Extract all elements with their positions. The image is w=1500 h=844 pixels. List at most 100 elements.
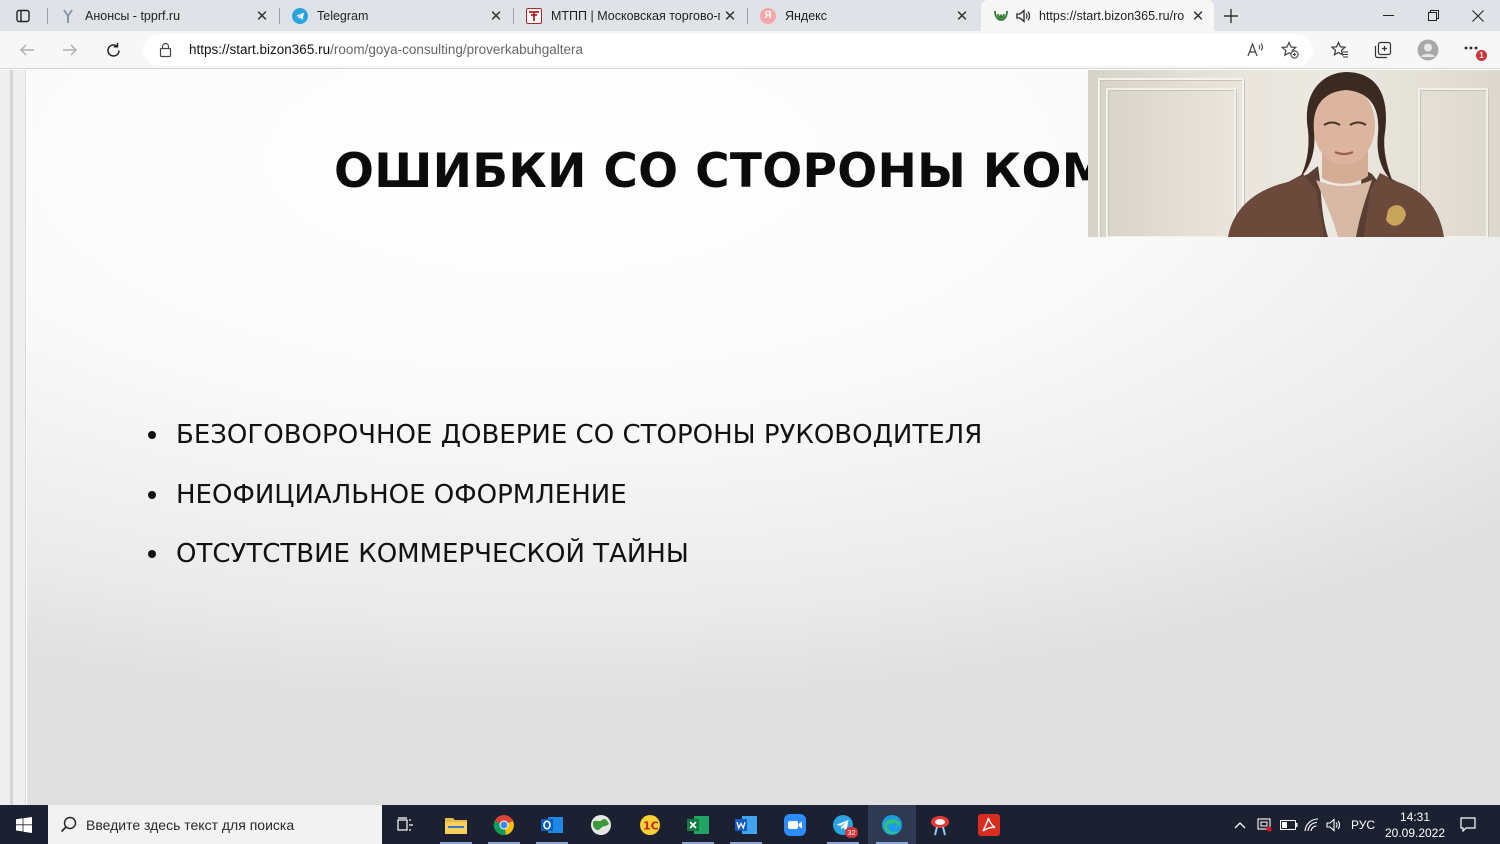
tray-battery[interactable] xyxy=(1278,805,1300,844)
taskbar-excel[interactable] xyxy=(674,805,722,844)
tab-mtpp[interactable]: МТПП | Московская торгово-пр ✕ xyxy=(514,0,746,31)
taskbar-1c[interactable]: 1С xyxy=(626,805,674,844)
taskbar-app-capture[interactable] xyxy=(916,805,964,844)
divider xyxy=(10,70,13,805)
outlook-icon xyxy=(541,816,563,833)
avatar xyxy=(1417,39,1439,61)
minimize-button[interactable] xyxy=(1366,0,1411,31)
bullet-text: БЕЗОГОВОРОЧНОЕ ДОВЕРИЕ СО СТОРОНЫ РУКОВО… xyxy=(176,420,983,450)
new-tab-button[interactable] xyxy=(1218,4,1244,28)
taskbar-acrobat[interactable] xyxy=(965,805,1013,844)
tray-language[interactable]: РУС xyxy=(1347,805,1379,844)
reload-button[interactable] xyxy=(99,36,127,64)
clock[interactable]: 14:31 20.09.2022 xyxy=(1380,809,1450,841)
wifi-icon xyxy=(1304,817,1319,831)
tab-telegram[interactable]: Telegram ✕ xyxy=(280,0,512,31)
collections-icon xyxy=(1374,41,1392,59)
search-placeholder: Введите здесь текст для поиска xyxy=(86,817,295,833)
url-path: /room/goya-consulting/proverkabuhgaltera xyxy=(330,42,583,57)
tray-volume[interactable] xyxy=(1323,805,1345,844)
clock-date: 20.09.2022 xyxy=(1384,826,1446,840)
collections-button[interactable] xyxy=(1369,36,1397,64)
url-host: https://start.bizon365.ru xyxy=(189,42,331,57)
restore-icon xyxy=(1428,10,1439,21)
tab-actions-icon xyxy=(16,9,30,22)
side-panel-strip xyxy=(0,70,26,805)
close-tab-icon[interactable]: ✕ xyxy=(252,6,272,26)
clock-time: 14:31 xyxy=(1399,810,1431,824)
telegram-icon xyxy=(292,7,308,24)
arrow-left-icon xyxy=(19,44,34,56)
battery-icon xyxy=(1280,819,1298,830)
forward-button[interactable] xyxy=(56,36,84,64)
tab-bizon[interactable]: https://start.bizon365.ru/ro ✕ xyxy=(981,0,1214,31)
url-text[interactable]: https://start.bizon365.ru/room/goya-cons… xyxy=(189,42,583,57)
notification-badge: 1 xyxy=(1476,50,1487,61)
bullet-text: ОТСУТСТВИЕ КОММЕРЧЕСКОЙ ТАЙНЫ xyxy=(176,539,689,569)
search-icon xyxy=(60,816,77,833)
excel-icon xyxy=(687,815,709,834)
taskbar-chrome[interactable] xyxy=(480,805,528,844)
favorites-button[interactable] xyxy=(1326,36,1354,64)
1c-icon: 1С xyxy=(640,814,660,835)
list-item: БЕЗОГОВОРОЧНОЕ ДОВЕРИЕ СО СТОРОНЫ РУКОВО… xyxy=(147,420,982,480)
favorites-icon xyxy=(1331,41,1348,58)
settings-menu-button[interactable]: 1 xyxy=(1460,36,1488,64)
tray-meet-now[interactable] xyxy=(1254,805,1276,844)
tray-wifi[interactable] xyxy=(1301,805,1323,844)
close-icon xyxy=(1471,9,1484,22)
tab-actions-button[interactable] xyxy=(0,0,46,31)
word-icon xyxy=(735,815,757,834)
notification-badge: 32 xyxy=(845,827,858,838)
bullet-icon xyxy=(148,490,156,499)
taskbar-word[interactable] xyxy=(722,805,770,844)
taskbar-outlook[interactable] xyxy=(528,805,576,844)
task-view-icon xyxy=(397,816,413,831)
tab-tpprf[interactable]: Анонсы - tpprf.ru ✕ xyxy=(48,0,278,31)
page-content: ОШИБКИ СО СТОРОНЫ КОМПА БЕЗОГОВОРОЧНОЕ Д… xyxy=(0,70,1500,805)
taskbar-app-globe[interactable] xyxy=(577,805,625,844)
speaker-video xyxy=(1088,70,1500,237)
speaker-icon[interactable] xyxy=(1015,8,1031,24)
tab-title: https://start.bizon365.ru/ro xyxy=(1039,8,1185,23)
mtpp-icon xyxy=(526,7,542,24)
address-bar[interactable]: https://start.bizon365.ru/room/goya-cons… xyxy=(143,34,1313,66)
lock-icon[interactable] xyxy=(159,42,172,58)
star-add-icon xyxy=(1281,41,1299,59)
taskbar-edge[interactable] xyxy=(868,805,916,844)
tab-yandex[interactable]: Я Яндекс ✕ xyxy=(748,0,978,31)
close-tab-icon[interactable]: ✕ xyxy=(952,6,972,26)
tab-title: Анонсы - tpprf.ru xyxy=(85,8,181,23)
show-hidden-icons-button[interactable] xyxy=(1230,805,1250,844)
meet-now-icon xyxy=(1257,817,1272,831)
reload-icon xyxy=(106,42,120,57)
read-aloud-button[interactable] xyxy=(1242,36,1270,64)
tab-title: Telegram xyxy=(317,8,369,23)
yandex-icon: Я xyxy=(760,7,776,24)
taskbar-search[interactable]: Введите здесь текст для поиска xyxy=(48,805,382,844)
bullet-list: БЕЗОГОВОРОЧНОЕ ДОВЕРИЕ СО СТОРОНЫ РУКОВО… xyxy=(147,420,982,599)
taskbar-file-explorer[interactable] xyxy=(432,805,480,844)
speaker-silhouette xyxy=(1228,72,1444,237)
list-item: НЕОФИЦИАЛЬНОЕ ОФОРМЛЕНИЕ xyxy=(147,480,982,540)
close-tab-icon[interactable]: ✕ xyxy=(720,6,740,26)
close-tab-icon[interactable]: ✕ xyxy=(1188,6,1208,26)
globe-icon xyxy=(591,814,611,835)
notifications-button[interactable] xyxy=(1455,805,1481,844)
close-window-button[interactable] xyxy=(1455,0,1500,31)
start-button[interactable] xyxy=(0,805,47,844)
taskbar-zoom[interactable] xyxy=(771,805,819,844)
navigation-bar: https://start.bizon365.ru/room/goya-cons… xyxy=(0,31,1500,69)
profile-button[interactable] xyxy=(1414,36,1442,64)
acrobat-icon xyxy=(978,813,1000,836)
restore-button[interactable] xyxy=(1411,0,1456,31)
chevron-up-icon xyxy=(1234,821,1246,828)
taskbar: Введите здесь текст для поиска 1С 32 РУС… xyxy=(0,805,1500,844)
back-button[interactable] xyxy=(13,36,41,64)
add-favorite-button[interactable] xyxy=(1276,36,1304,64)
taskbar-telegram[interactable]: 32 xyxy=(819,805,867,844)
windows-icon xyxy=(15,816,32,833)
task-view-button[interactable] xyxy=(382,805,430,844)
close-tab-icon[interactable]: ✕ xyxy=(486,6,506,26)
capture-icon xyxy=(931,815,949,835)
